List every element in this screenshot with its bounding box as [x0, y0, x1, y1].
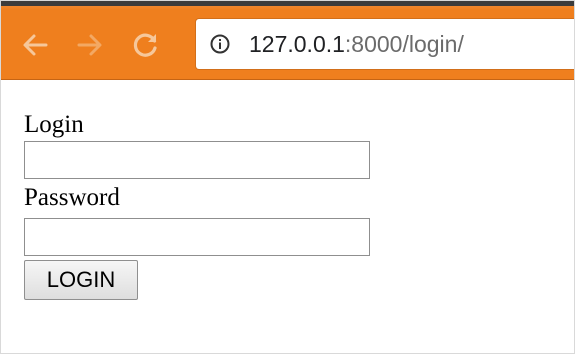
url-host: 127.0.0.1 — [249, 31, 345, 57]
info-icon[interactable] — [210, 34, 230, 54]
back-button[interactable] — [20, 30, 50, 60]
url-path: :8000/login/ — [344, 31, 464, 57]
page-content: Login Password LOGIN — [0, 80, 575, 354]
password-label: Password — [24, 184, 120, 211]
back-arrow-icon — [23, 34, 48, 56]
reload-button[interactable] — [131, 30, 161, 60]
address-bar[interactable]: 127.0.0.1:8000/login/ — [196, 19, 575, 69]
login-input[interactable] — [24, 141, 370, 179]
forward-button[interactable] — [75, 30, 105, 60]
login-label: Login — [24, 111, 84, 138]
password-input[interactable] — [24, 218, 370, 256]
reload-icon — [133, 33, 157, 57]
forward-arrow-icon — [77, 34, 102, 56]
browser-toolbar: 127.0.0.1:8000/login/ — [0, 0, 575, 80]
login-button[interactable]: LOGIN — [24, 260, 138, 300]
url-text[interactable]: 127.0.0.1:8000/login/ — [249, 31, 464, 57]
